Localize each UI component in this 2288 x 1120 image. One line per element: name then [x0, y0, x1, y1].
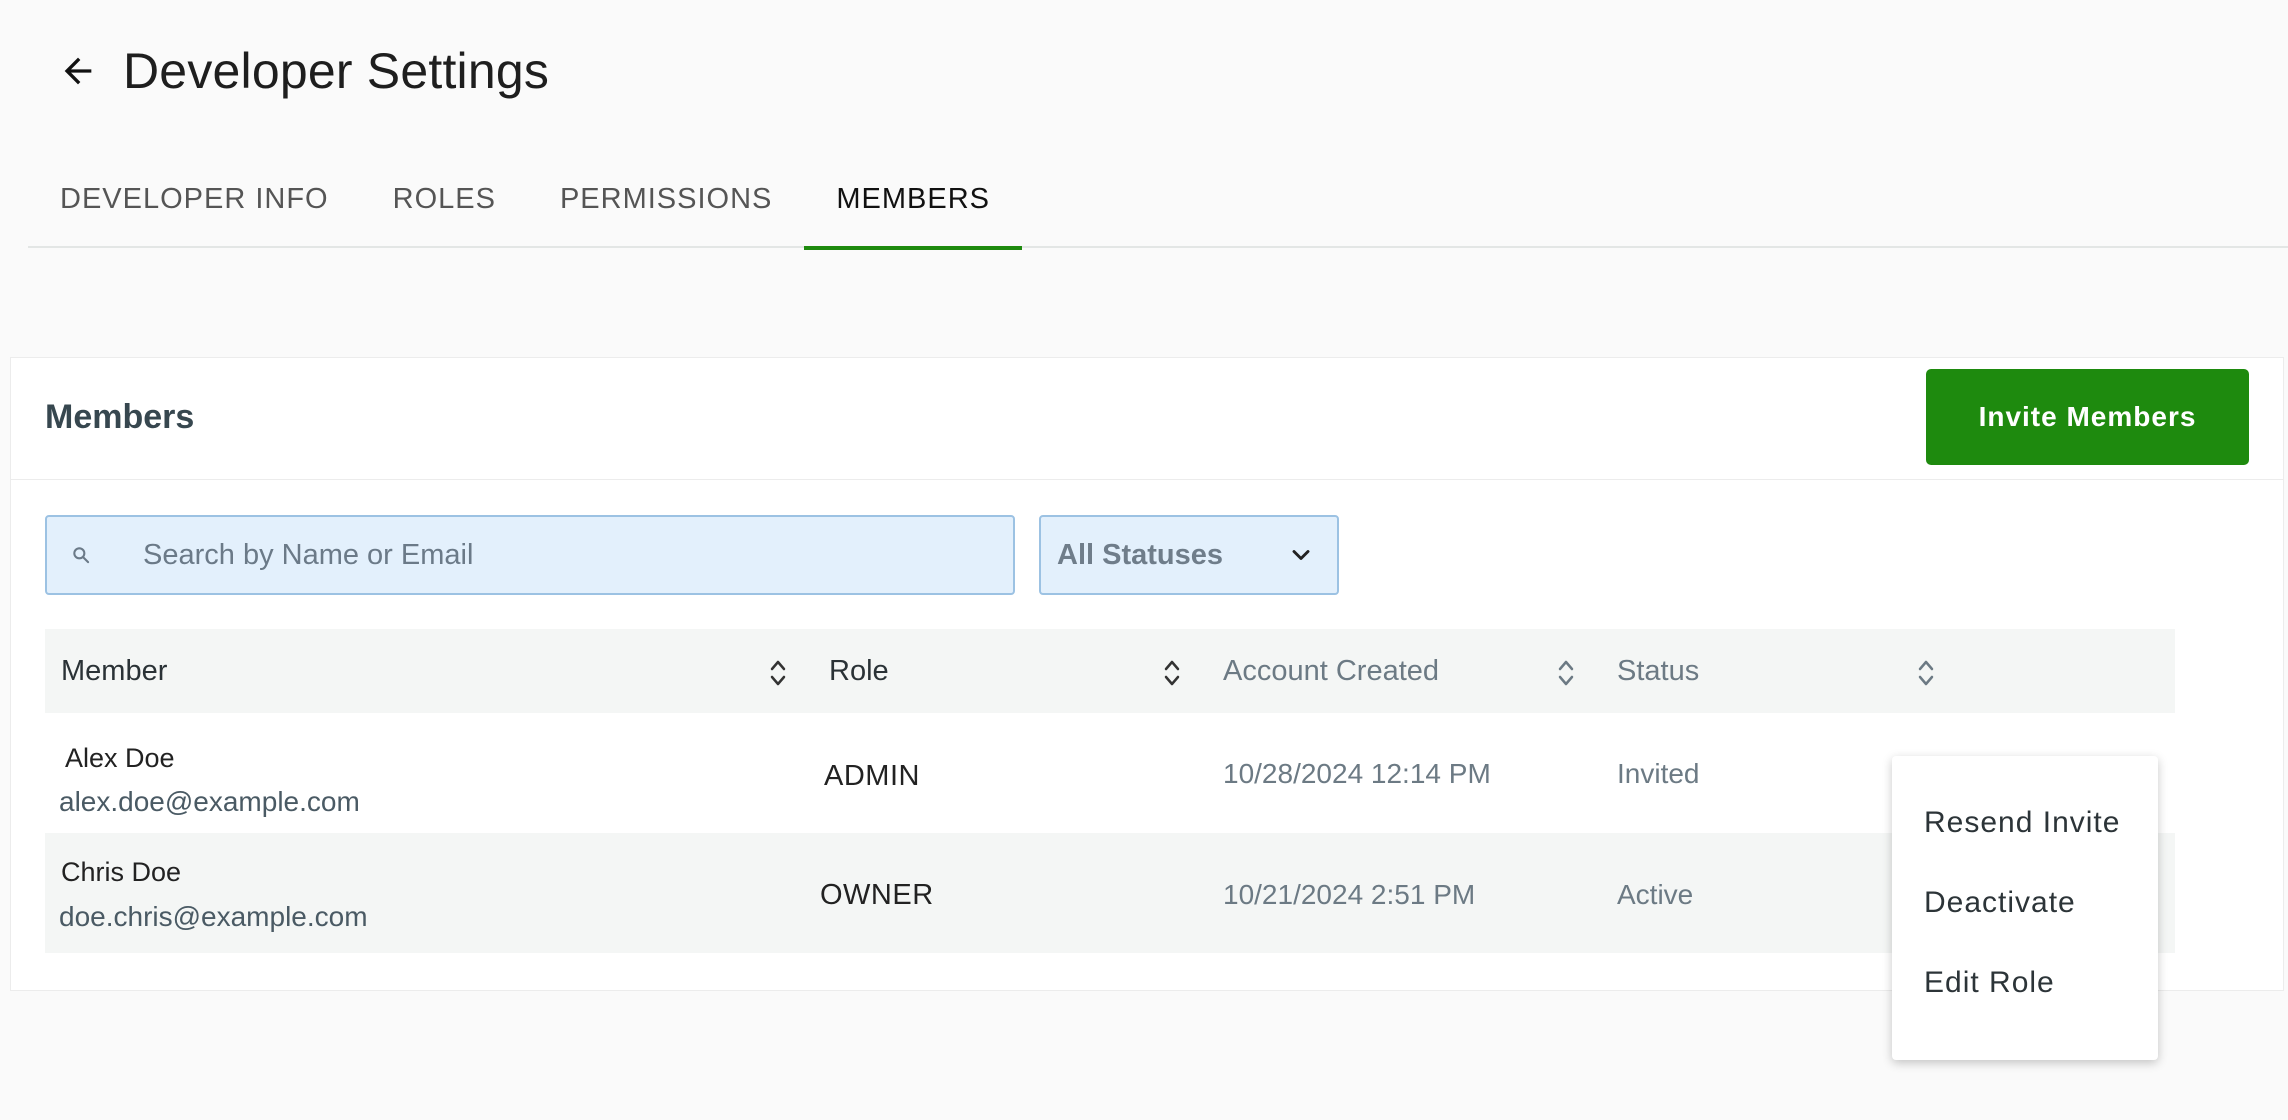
page-header: Developer Settings	[55, 42, 549, 100]
table-header: Member Role Account Created Status	[45, 629, 2175, 713]
menu-item-edit-role[interactable]: Edit Role	[1892, 966, 2158, 1046]
menu-item-resend-invite[interactable]: Resend Invite	[1892, 806, 2158, 886]
account-created: 10/28/2024 12:14 PM	[1223, 758, 1491, 789]
tab-bar: DEVELOPER INFO ROLES PERMISSIONS MEMBERS	[28, 150, 2288, 250]
member-name: Alex Doe	[65, 743, 175, 773]
search-field[interactable]	[45, 515, 1015, 595]
sort-icon[interactable]	[1163, 657, 1181, 689]
member-email: alex.doe@example.com	[59, 786, 360, 817]
account-created: 10/21/2024 2:51 PM	[1223, 879, 1476, 910]
table-row[interactable]: Alex Doe alex.doe@example.com ADMIN 10/2…	[45, 713, 2175, 833]
search-icon	[73, 547, 90, 564]
column-header-role[interactable]: Role	[829, 629, 889, 713]
search-input[interactable]	[143, 538, 943, 572]
member-status: Invited	[1617, 758, 1700, 789]
chevron-down-icon	[1292, 550, 1310, 560]
member-email: doe.chris@example.com	[59, 901, 368, 932]
card-title: Members	[45, 398, 195, 436]
status-select-value: All Statuses	[1057, 538, 1223, 571]
tab-roles[interactable]: ROLES	[361, 150, 528, 248]
column-header-status[interactable]: Status	[1617, 629, 1699, 713]
sort-icon[interactable]	[1917, 657, 1935, 689]
member-role: ADMIN	[824, 760, 920, 792]
member-name: Chris Doe	[61, 857, 182, 887]
sort-icon[interactable]	[769, 657, 787, 689]
table-row[interactable]: Chris Doe doe.chris@example.com OWNER 10…	[45, 833, 2175, 953]
column-header-member[interactable]: Member	[61, 629, 167, 713]
page-title: Developer Settings	[123, 43, 550, 99]
member-status: Active	[1617, 879, 1694, 910]
status-filter-select[interactable]: All Statuses	[1039, 515, 1339, 595]
invite-members-button[interactable]: Invite Members	[1926, 369, 2249, 465]
menu-item-deactivate[interactable]: Deactivate	[1892, 886, 2158, 966]
member-role: OWNER	[820, 879, 934, 911]
column-header-account-created[interactable]: Account Created	[1223, 629, 1439, 713]
tab-permissions[interactable]: PERMISSIONS	[528, 150, 804, 248]
developer-settings-page: Developer Settings DEVELOPER INFO ROLES …	[0, 0, 2288, 1120]
card-header: Members Invite Members	[11, 358, 2283, 480]
tab-developer-info[interactable]: DEVELOPER INFO	[28, 150, 361, 248]
row-action-menu: Resend Invite Deactivate Edit Role	[1892, 756, 2158, 1060]
sort-icon[interactable]	[1557, 657, 1575, 689]
members-table: Member Role Account Created Status Alex …	[45, 629, 2175, 953]
back-arrow-icon[interactable]	[55, 48, 101, 94]
tab-members[interactable]: MEMBERS	[804, 150, 1022, 250]
